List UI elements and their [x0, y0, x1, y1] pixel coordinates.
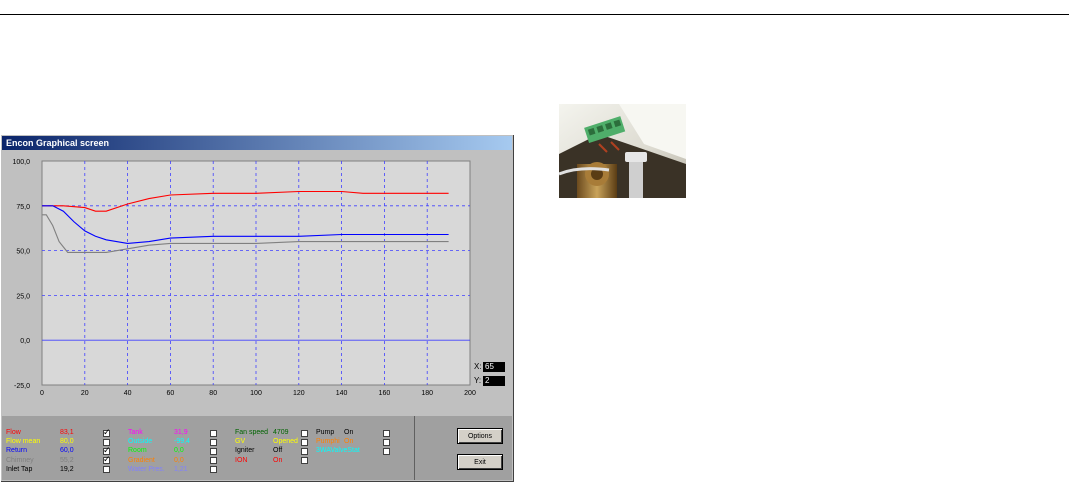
legend-checkbox[interactable]	[210, 457, 217, 465]
legend-checkbox[interactable]	[103, 427, 111, 438]
legend-panel: Options Exit Flow83,1Flow mean80,0Return…	[2, 416, 512, 480]
options-button[interactable]: Options	[457, 428, 503, 444]
legend-checkbox[interactable]	[301, 438, 308, 446]
y-tick-label: 100,0	[12, 159, 30, 166]
legend-checkbox[interactable]	[210, 438, 217, 446]
x-tick-label: 180	[421, 390, 433, 397]
x-tick-label: 200	[464, 390, 476, 397]
x-tick-label: 40	[124, 390, 132, 397]
x-tick-label: 160	[379, 390, 391, 397]
legend-value: On	[273, 456, 283, 464]
legend-checkbox[interactable]	[103, 466, 110, 474]
legend-checkbox[interactable]	[301, 457, 308, 465]
legend-label: Inlet Tap	[6, 465, 33, 473]
x-tick-label: 0	[40, 390, 44, 397]
legend-label: Water Pres.	[128, 465, 165, 473]
exit-button[interactable]: Exit	[457, 454, 503, 470]
y-value: 2	[483, 376, 505, 386]
legend-checkbox[interactable]	[301, 447, 308, 455]
legend-value: 19,2	[60, 465, 74, 473]
x-label: X:	[474, 362, 482, 371]
chart: 0 20 40 60 80 100 120 140 160 180 200 100,0 75,0 50,0…	[12, 159, 476, 397]
legend-checkbox[interactable]	[210, 447, 217, 455]
boiler-connector-photo	[559, 104, 686, 198]
top-rule	[0, 14, 1069, 15]
legend-checkbox[interactable]	[103, 454, 111, 465]
legend-value: 1,21	[174, 465, 188, 473]
legend-checkbox[interactable]	[301, 429, 308, 437]
x-tick-label: 140	[336, 390, 348, 397]
graph-window: Encon Graphical screen 0 20 40 60 80 100 120 14…	[0, 134, 514, 482]
y-tick-label: 25,0	[16, 293, 30, 300]
x-tick-label: 100	[250, 390, 262, 397]
legend-checkbox[interactable]	[383, 429, 390, 437]
x-tick-label: 20	[81, 390, 89, 397]
y-tick-label: 75,0	[16, 204, 30, 211]
x-tick-label: 120	[293, 390, 305, 397]
legend-label: 3WAValveStat	[316, 447, 360, 455]
y-tick-label: -25,0	[14, 383, 30, 390]
legend-checkbox[interactable]	[383, 438, 390, 446]
x-tick-label: 60	[167, 390, 175, 397]
x-value: 65	[483, 362, 505, 372]
x-tick-label: 80	[209, 390, 217, 397]
y-tick-label: 0,0	[20, 338, 30, 345]
plot-area	[41, 160, 471, 386]
button-area: Options Exit	[414, 416, 513, 480]
legend-checkbox[interactable]	[383, 447, 390, 455]
legend-checkbox[interactable]	[210, 466, 217, 474]
y-label: Y:	[474, 376, 482, 385]
photo-image	[559, 104, 686, 198]
legend-checkbox[interactable]	[210, 429, 217, 437]
legend-label: ION	[235, 456, 248, 464]
y-tick-label: 50,0	[16, 249, 30, 256]
window-title: Encon Graphical screen	[2, 136, 512, 150]
